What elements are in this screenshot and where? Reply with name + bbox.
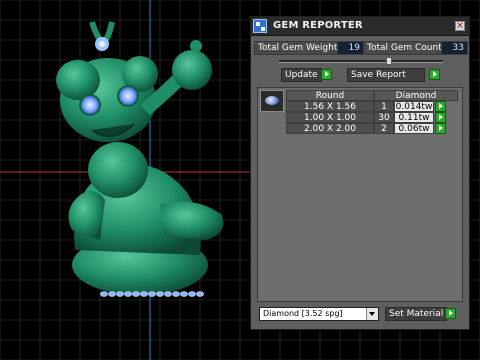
column-header-material: Diamond [374,90,458,101]
save-report-button[interactable] [429,69,440,80]
gem-stone [164,291,172,297]
gem-stone [108,291,116,297]
gem-stone [156,291,164,297]
gem-reporter-icon [253,19,267,33]
material-dropdown-value: Diamond [3.52 spg] [263,309,343,318]
gem-stone [188,291,196,297]
update-label: Update [281,68,322,82]
panel-title: GEM REPORTER [273,20,363,31]
gem-stone [140,291,148,297]
gem-size-cell: 1.56 X 1.56 [286,101,374,112]
gem-stone [124,291,132,297]
set-material-button[interactable] [445,308,456,319]
column-header-shape: Round [286,90,374,101]
gem-weight-cell: 0.06tw [394,123,434,134]
row-select-button[interactable] [435,112,446,123]
total-gem-weight-label: Total Gem Weight [254,41,342,55]
round-gem-icon [260,90,284,112]
gem-stone [100,291,108,297]
gem-stone [172,291,180,297]
gem-stone [196,291,204,297]
gem-stone [180,291,188,297]
panel-titlebar[interactable]: GEM REPORTER × [251,17,469,36]
gem-stone [116,291,124,297]
material-dropdown[interactable]: Diamond [3.52 spg] [259,307,379,321]
gem-size-cell: 2.00 X 2.00 [286,123,374,134]
total-gem-weight-value: 19 [337,41,364,55]
total-gem-count-label: Total Gem Count [363,41,446,55]
model-figure [56,40,224,295]
total-gem-count-value: 33 [441,41,468,55]
row-select-button[interactable] [435,101,446,112]
row-select-button[interactable] [435,123,446,134]
update-button[interactable] [321,69,332,80]
gem-reporter-panel: GEM REPORTER × Total Gem Weight 19 Total… [250,16,470,330]
save-report-label: Save Report [347,68,425,82]
report-slider[interactable] [279,60,443,63]
gem-stone [132,291,140,297]
gem-table: Round Diamond 1.56 X 1.56 1 0.014tw 1.00… [257,87,463,302]
gem-stone [148,291,156,297]
report-slider-handle[interactable] [385,57,392,65]
gem-count-cell: 2 [374,123,394,134]
model-bail [89,21,115,51]
set-material-label: Set Material [385,307,448,321]
chevron-down-icon[interactable] [366,308,378,320]
close-icon[interactable]: × [455,21,465,31]
gem-weight-cell: 0.11tw [394,112,434,123]
gem-weight-cell: 0.014tw [394,101,434,112]
gem-count-cell: 30 [374,112,394,123]
gem-count-cell: 1 [374,101,394,112]
gem-size-cell: 1.00 X 1.00 [286,112,374,123]
